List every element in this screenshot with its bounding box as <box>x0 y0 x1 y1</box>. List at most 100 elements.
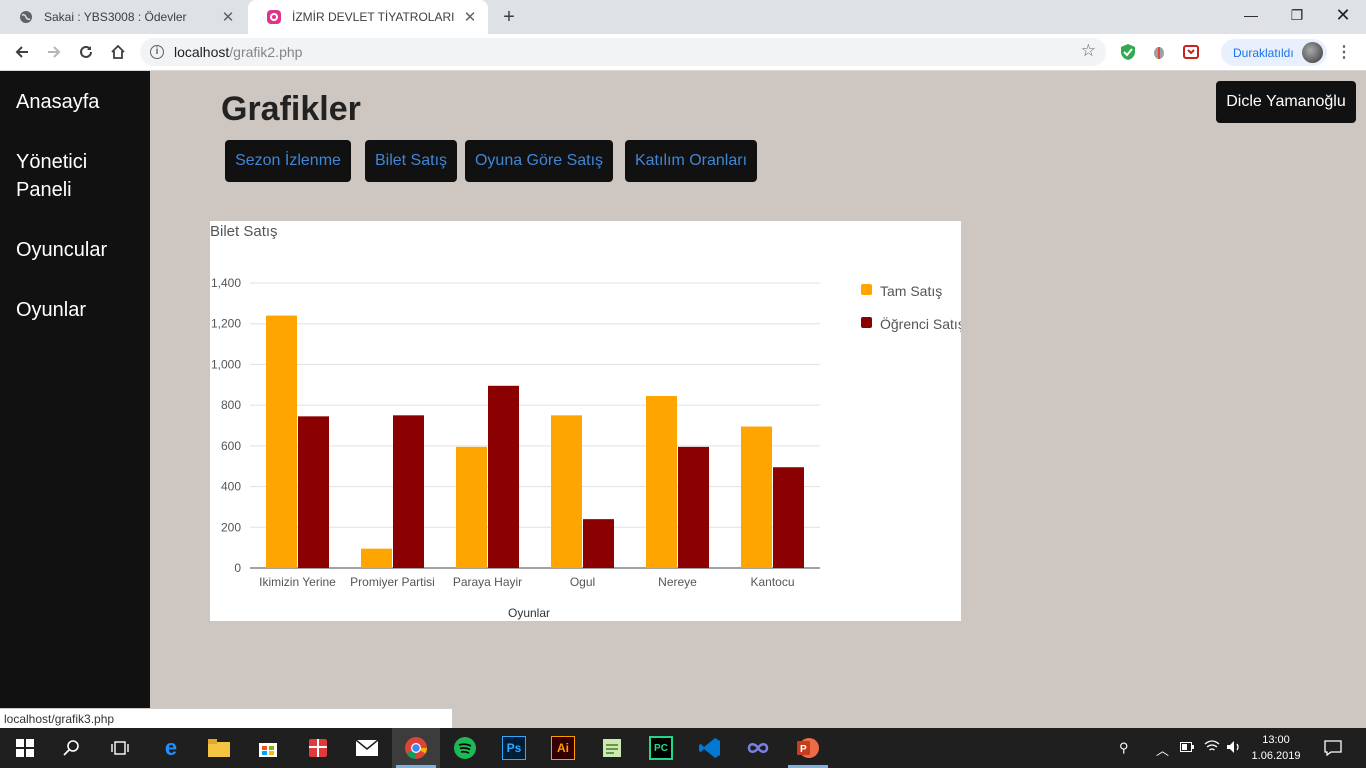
spotify-icon[interactable] <box>453 736 477 760</box>
clock-date: 1.06.2019 <box>1251 750 1301 762</box>
sidebar-item-oyuncular[interactable]: Oyuncular <box>0 236 150 264</box>
y-tick-label: 400 <box>221 480 241 494</box>
browser-tabstrip: Sakai : YBS3008 : Ödevler ✕ İZMİR DEVLET… <box>0 0 1366 34</box>
bilet-satis-chart: Bilet Satış 0 200 400 600 800 1,000 1,200 1,400 I… <box>210 221 961 621</box>
chart-svg: Bilet Satış 0 200 400 600 800 1,000 1,200 1,400 I… <box>210 223 961 620</box>
url-host: localhost <box>174 44 230 60</box>
battery-icon[interactable] <box>1180 740 1194 755</box>
legend-swatch <box>861 284 872 295</box>
bar <box>583 519 614 568</box>
bookmark-star-icon[interactable]: ☆ <box>1081 41 1096 61</box>
status-bar: localhost/grafik3.php <box>0 708 453 728</box>
tab-title: Sakai : YBS3008 : Ödevler <box>44 10 187 24</box>
sidebar-item-anasayfa[interactable]: Anasayfa <box>0 88 150 116</box>
bar <box>266 315 297 568</box>
y-tick-label: 200 <box>221 520 241 534</box>
svg-text:P: P <box>800 744 807 755</box>
clock-time: 13:00 <box>1262 734 1290 746</box>
legend-label: Öğrenci Satış <box>880 315 961 332</box>
photoshop-icon[interactable]: Ps <box>502 736 526 760</box>
taskbar-clock[interactable]: 13:00 1.06.2019 <box>1246 732 1306 764</box>
pycharm-icon[interactable]: PC <box>649 736 673 760</box>
chrome-icon[interactable] <box>404 736 428 760</box>
bar <box>678 446 709 568</box>
sidebar-item-paneli[interactable]: Paneli <box>0 176 150 204</box>
menu-kebab-icon[interactable]: ⋮ <box>1336 42 1352 62</box>
store-icon[interactable] <box>256 736 280 760</box>
bar <box>298 416 329 568</box>
sidebar-item-yonetici[interactable]: Yönetici <box>0 148 150 176</box>
mail-icon[interactable] <box>355 736 379 760</box>
katilim-oranlari-button[interactable]: Katılım Oranları <box>625 140 757 182</box>
y-tick-label: 600 <box>221 439 241 453</box>
vscode-icon[interactable] <box>698 736 722 760</box>
address-bar[interactable]: i localhost/grafik2.php ☆ <box>140 38 1106 66</box>
pocket-extension-icon[interactable] <box>1182 43 1200 61</box>
windows-taskbar: e Ps Ai PC P ⚲ ︿ 13:00 1.06.2019 <box>0 728 1366 768</box>
y-tick-label: 800 <box>221 398 241 412</box>
x-tick-label: Ogul <box>570 575 595 589</box>
new-tab-icon[interactable]: + <box>498 6 520 29</box>
home-icon[interactable] <box>106 40 130 64</box>
notification-icon[interactable] <box>1324 740 1342 759</box>
gift-app-icon[interactable] <box>306 736 330 760</box>
minimize-icon[interactable]: — <box>1228 0 1274 30</box>
restore-icon[interactable]: ❐ <box>1274 0 1320 30</box>
sidebar-item-oyunlar[interactable]: Oyunlar <box>0 296 150 324</box>
sidebar: Anasayfa Yönetici Paneli Oyuncular Oyunl… <box>0 71 150 728</box>
close-tab-icon[interactable]: ✕ <box>220 8 236 26</box>
globe-icon <box>18 9 34 25</box>
site-info-icon[interactable]: i <box>150 45 164 59</box>
bar <box>488 385 519 568</box>
bar <box>361 548 392 568</box>
illustrator-icon[interactable]: Ai <box>551 736 575 760</box>
legend-label: Tam Satış <box>880 283 942 299</box>
x-axis-title: Oyunlar <box>508 606 550 620</box>
close-tab-icon[interactable]: ✕ <box>462 8 478 26</box>
forward-icon[interactable] <box>42 40 66 64</box>
url-path: /grafik2.php <box>229 44 303 60</box>
x-tick-label: Promiyer Partisi <box>350 575 435 589</box>
infinity-app-icon[interactable] <box>746 736 770 760</box>
avatar <box>1302 42 1323 63</box>
bug-extension-icon[interactable] <box>1150 43 1168 61</box>
bar <box>393 415 424 568</box>
y-tick-label: 1,000 <box>211 357 241 371</box>
reload-icon[interactable] <box>74 40 98 64</box>
file-explorer-icon[interactable] <box>207 736 231 760</box>
close-window-icon[interactable]: ✕ <box>1320 0 1366 30</box>
x-tick-label: Nereye <box>658 575 697 589</box>
sezon-izlenme-button[interactable]: Sezon İzlenme <box>225 140 351 182</box>
back-icon[interactable] <box>10 40 34 64</box>
y-tick-label: 1,200 <box>211 317 241 331</box>
profile-status: Duraklatıldı <box>1233 45 1294 60</box>
task-view-icon[interactable] <box>108 736 132 760</box>
volume-icon[interactable] <box>1226 740 1242 757</box>
bar <box>551 415 582 568</box>
chart-title: Bilet Satış <box>210 223 278 240</box>
bar <box>456 446 487 568</box>
y-tick-label: 0 <box>234 561 241 575</box>
legend-swatch <box>861 317 872 328</box>
user-button[interactable]: Dicle Yamanoğlu <box>1216 81 1356 123</box>
bar <box>773 467 804 568</box>
powerpoint-icon[interactable]: P <box>796 736 820 760</box>
profile-button[interactable]: Duraklatıldı <box>1221 39 1327 66</box>
oyuna-gore-satis-button[interactable]: Oyuna Göre Satış <box>465 140 613 182</box>
x-tick-label: Kantocu <box>750 575 794 589</box>
people-icon[interactable]: ⚲ <box>1119 740 1129 756</box>
bilet-satis-button[interactable]: Bilet Satış <box>365 140 457 182</box>
notepad-icon[interactable] <box>600 736 624 760</box>
y-tick-label: 1,400 <box>211 276 241 290</box>
browser-tab-sakai[interactable]: Sakai : YBS3008 : Ödevler ✕ <box>0 0 246 34</box>
x-tick-label: Paraya Hayir <box>453 575 522 589</box>
bar <box>646 395 677 568</box>
wifi-icon[interactable] <box>1204 740 1220 755</box>
search-icon[interactable] <box>60 736 84 760</box>
browser-tab-izmir[interactable]: İZMİR DEVLET TİYATROLARI ✕ <box>248 0 488 34</box>
windows-start-icon[interactable] <box>13 736 37 760</box>
shield-extension-icon[interactable] <box>1119 43 1137 61</box>
page-title: Grafikler <box>221 90 361 128</box>
tray-expand-icon[interactable]: ︿ <box>1156 740 1169 759</box>
edge-icon[interactable]: e <box>159 735 183 760</box>
